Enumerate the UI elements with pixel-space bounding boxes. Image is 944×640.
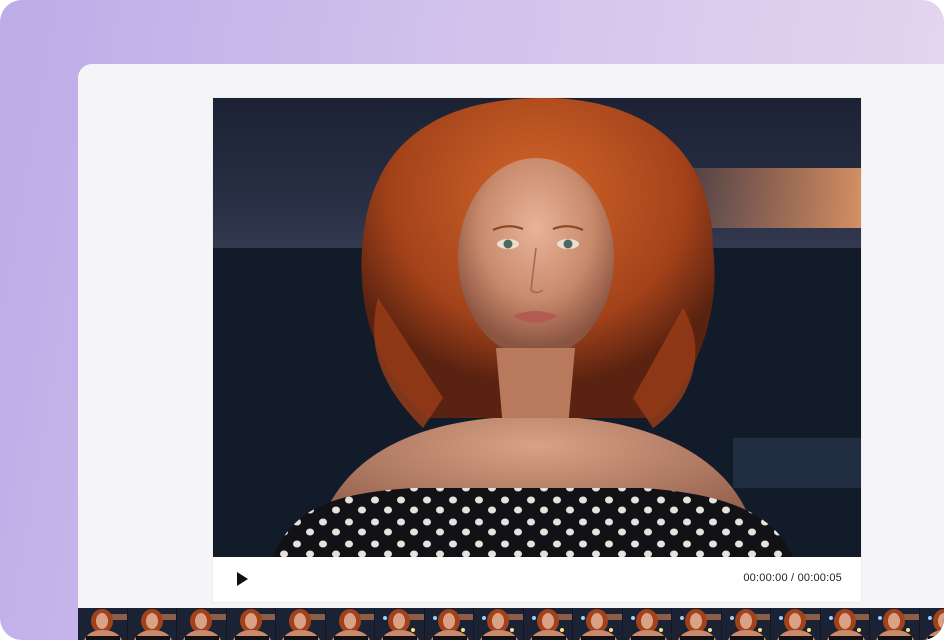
filmstrip-frame[interactable] — [573, 608, 623, 640]
filmstrip-frame[interactable] — [375, 608, 425, 640]
player-controls: 00:00:00 / 00:00:05 — [213, 557, 861, 602]
filmstrip-frame[interactable] — [820, 608, 870, 640]
filmstrip-frame[interactable] — [919, 608, 944, 640]
timeline-filmstrip[interactable] — [78, 608, 944, 640]
duration: 00:00:05 — [797, 572, 842, 584]
filmstrip-frame[interactable] — [127, 608, 177, 640]
filmstrip-frame[interactable] — [226, 608, 276, 640]
app-background: 00:00:00 / 00:00:05 — [0, 0, 944, 640]
video-player: 00:00:00 / 00:00:05 — [213, 98, 861, 602]
portrait-image — [213, 98, 861, 557]
filmstrip-frame[interactable] — [523, 608, 573, 640]
time-separator: / — [791, 572, 795, 584]
filmstrip-frame[interactable] — [622, 608, 672, 640]
filmstrip-frame[interactable] — [721, 608, 771, 640]
filmstrip-frame[interactable] — [325, 608, 375, 640]
filmstrip-frame[interactable] — [276, 608, 326, 640]
play-icon — [237, 572, 248, 586]
time-display: 00:00:00 / 00:00:05 — [743, 572, 842, 584]
play-button[interactable] — [231, 568, 253, 590]
video-frame[interactable] — [213, 98, 861, 557]
filmstrip-frame[interactable] — [78, 608, 128, 640]
filmstrip-frame[interactable] — [177, 608, 227, 640]
filmstrip-frame[interactable] — [474, 608, 524, 640]
filmstrip-frame[interactable] — [870, 608, 920, 640]
filmstrip-frame[interactable] — [424, 608, 474, 640]
filmstrip-frame[interactable] — [771, 608, 821, 640]
filmstrip-frame[interactable] — [672, 608, 722, 640]
current-time: 00:00:00 — [743, 572, 788, 584]
editor-panel: 00:00:00 / 00:00:05 — [78, 64, 944, 640]
